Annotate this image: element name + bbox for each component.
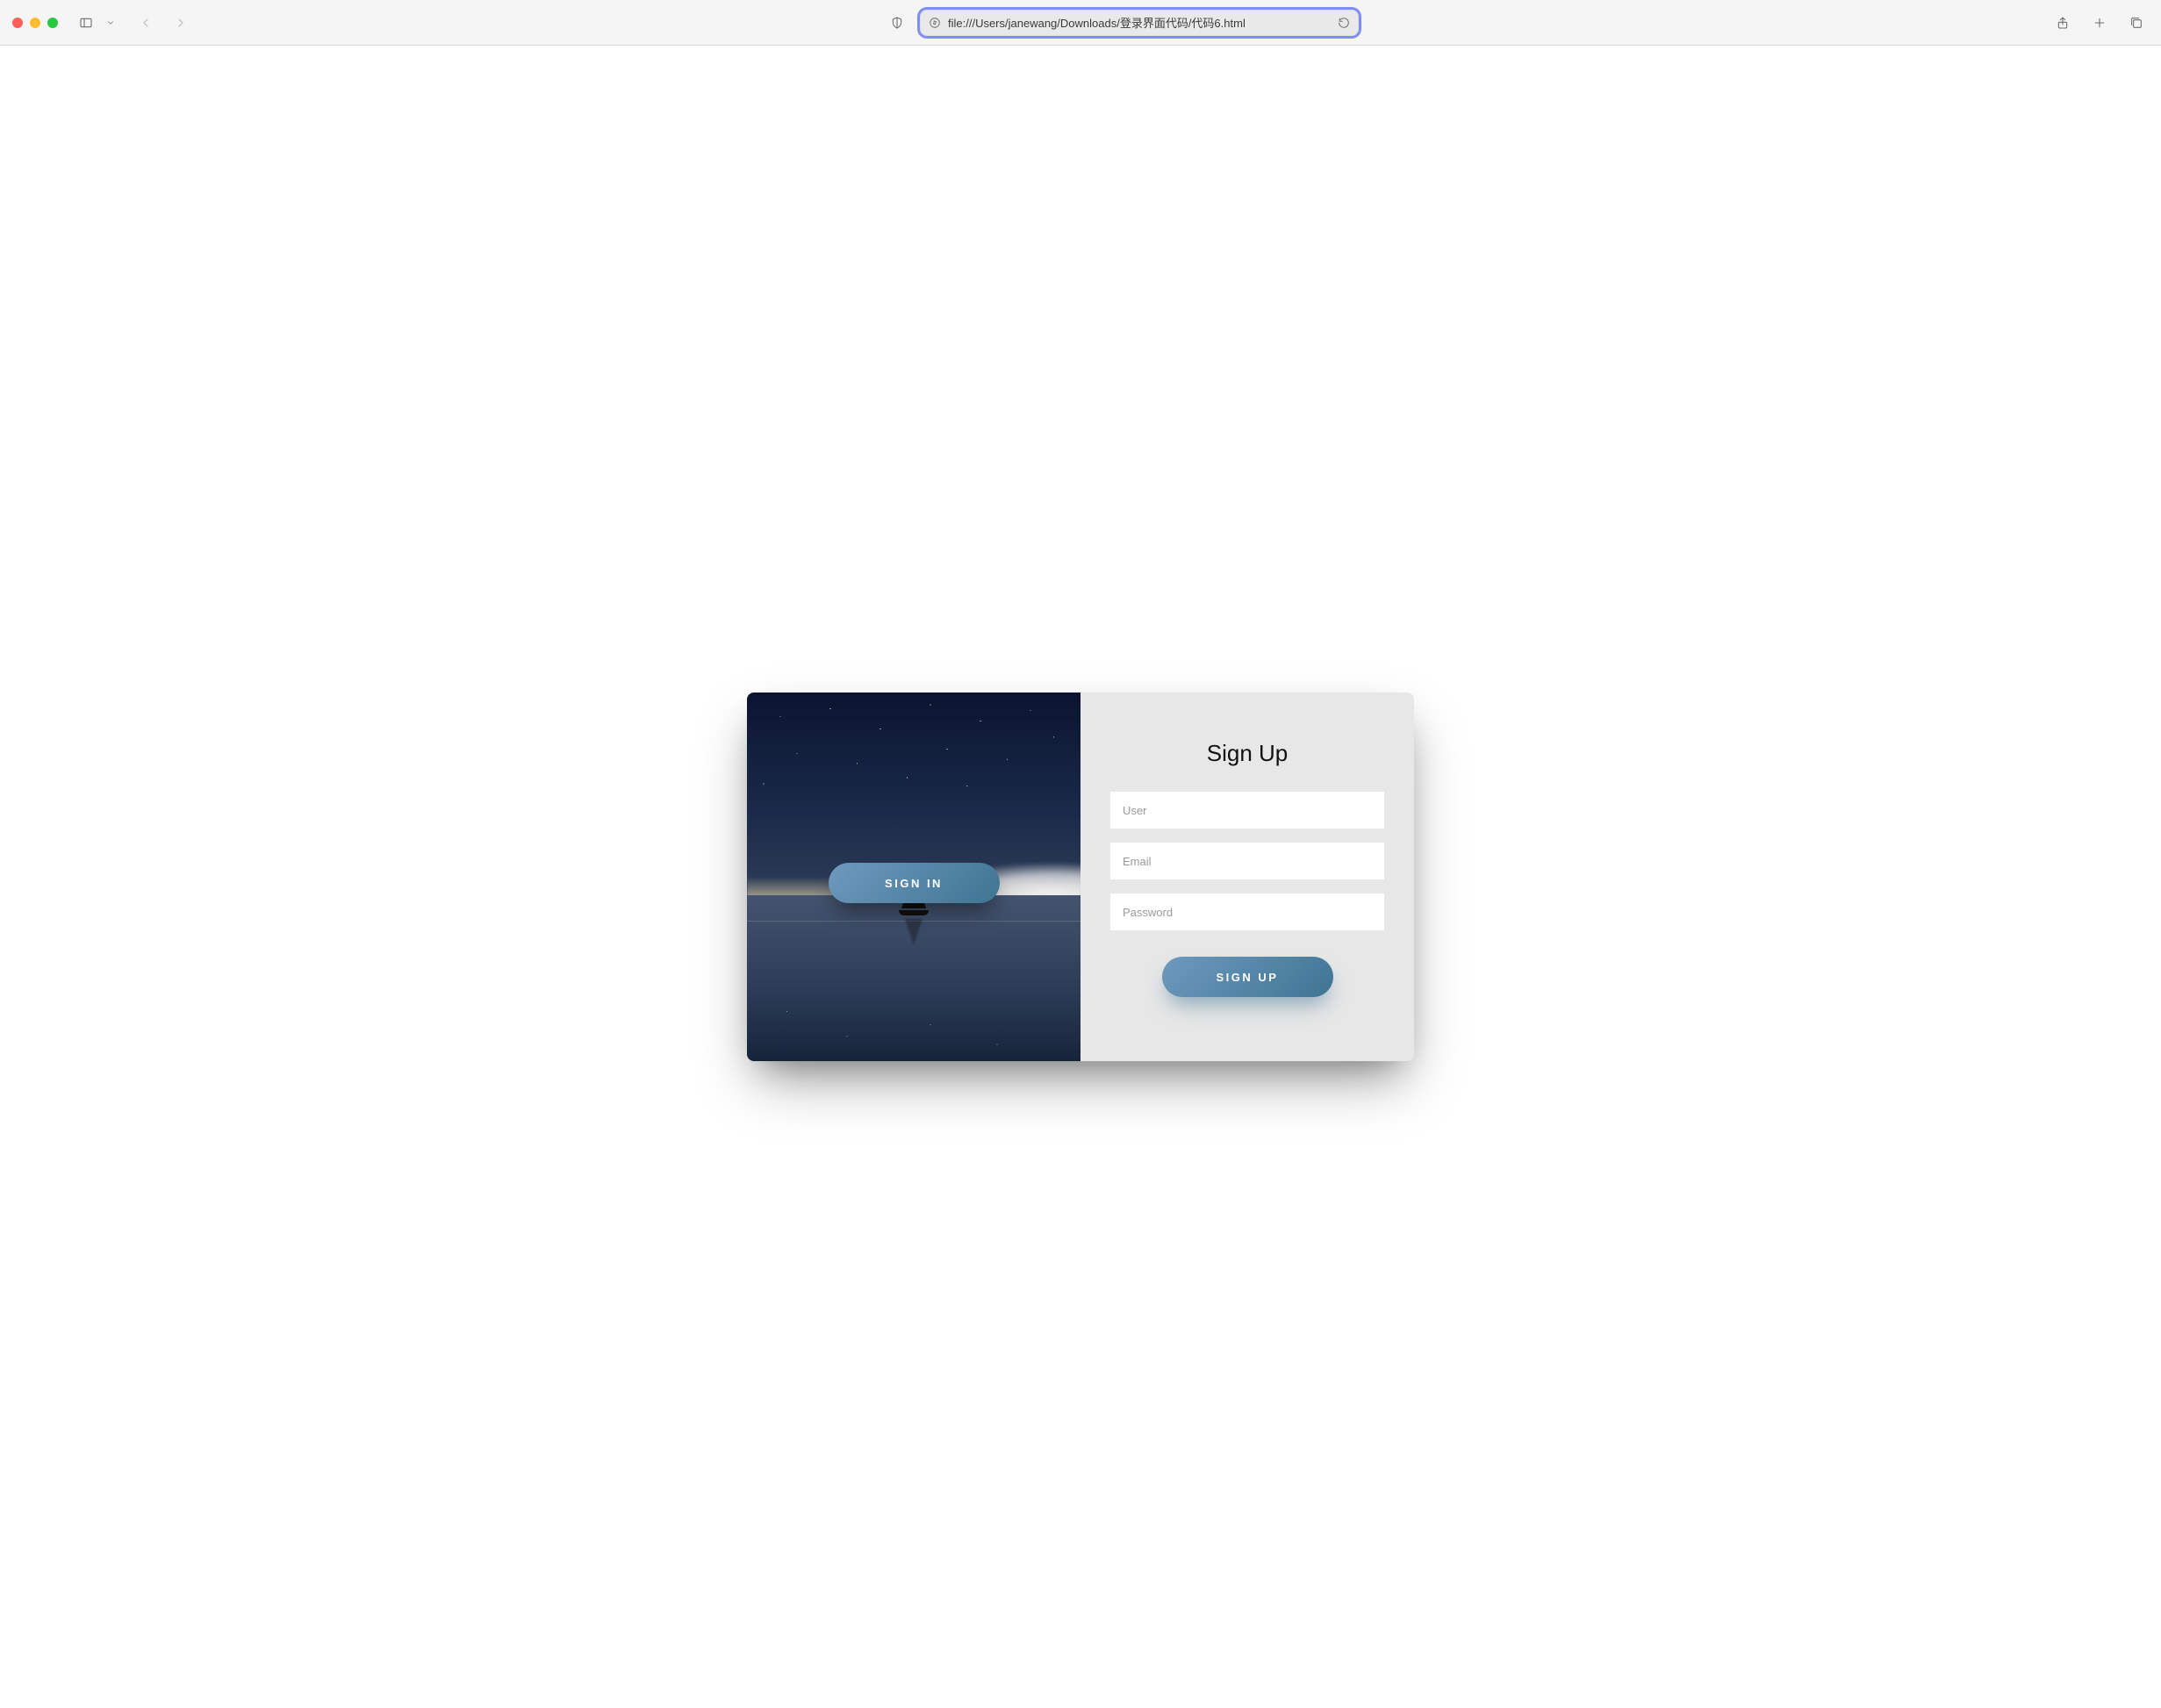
nav-forward-button[interactable] (169, 11, 193, 35)
chevron-right-icon (174, 15, 188, 31)
sidebar-menu-button[interactable] (98, 11, 123, 35)
signup-panel: Sign Up SIGN UP (1080, 693, 1414, 1061)
window-traffic-lights (12, 18, 58, 28)
compass-icon (929, 17, 941, 29)
window-zoom-button[interactable] (47, 18, 58, 28)
shield-icon (890, 15, 904, 31)
password-input[interactable] (1110, 893, 1384, 930)
privacy-shield-button[interactable] (885, 11, 909, 35)
chevron-left-icon (139, 15, 153, 31)
auth-card: SIGN IN Sign Up SIGN UP (747, 693, 1414, 1061)
share-icon (2056, 15, 2070, 31)
sidebar-icon (79, 15, 93, 31)
address-bar-text: file:///Users/janewang/Downloads/登录界面代码/… (948, 14, 1331, 31)
window-close-button[interactable] (12, 18, 23, 28)
share-button[interactable] (2050, 11, 2075, 35)
tabs-icon (2129, 15, 2143, 31)
email-input[interactable] (1110, 843, 1384, 879)
browser-toolbar: file:///Users/janewang/Downloads/登录界面代码/… (0, 0, 2161, 46)
sidebar-toggle-button[interactable] (74, 11, 98, 35)
nav-back-button[interactable] (133, 11, 158, 35)
show-tabs-button[interactable] (2124, 11, 2149, 35)
address-bar[interactable]: file:///Users/janewang/Downloads/登录界面代码/… (920, 10, 1359, 36)
signup-button[interactable]: SIGN UP (1162, 957, 1333, 997)
user-input[interactable] (1110, 792, 1384, 829)
signin-panel: SIGN IN (747, 693, 1080, 1061)
form-title: Sign Up (1207, 740, 1289, 767)
signin-button[interactable]: SIGN IN (829, 863, 1000, 903)
window-minimize-button[interactable] (30, 18, 40, 28)
plus-icon (2093, 15, 2107, 31)
reload-icon[interactable] (1338, 17, 1350, 29)
new-tab-button[interactable] (2087, 11, 2112, 35)
page-viewport: SIGN IN Sign Up SIGN UP (0, 46, 2161, 1708)
chevron-down-icon (106, 18, 115, 27)
